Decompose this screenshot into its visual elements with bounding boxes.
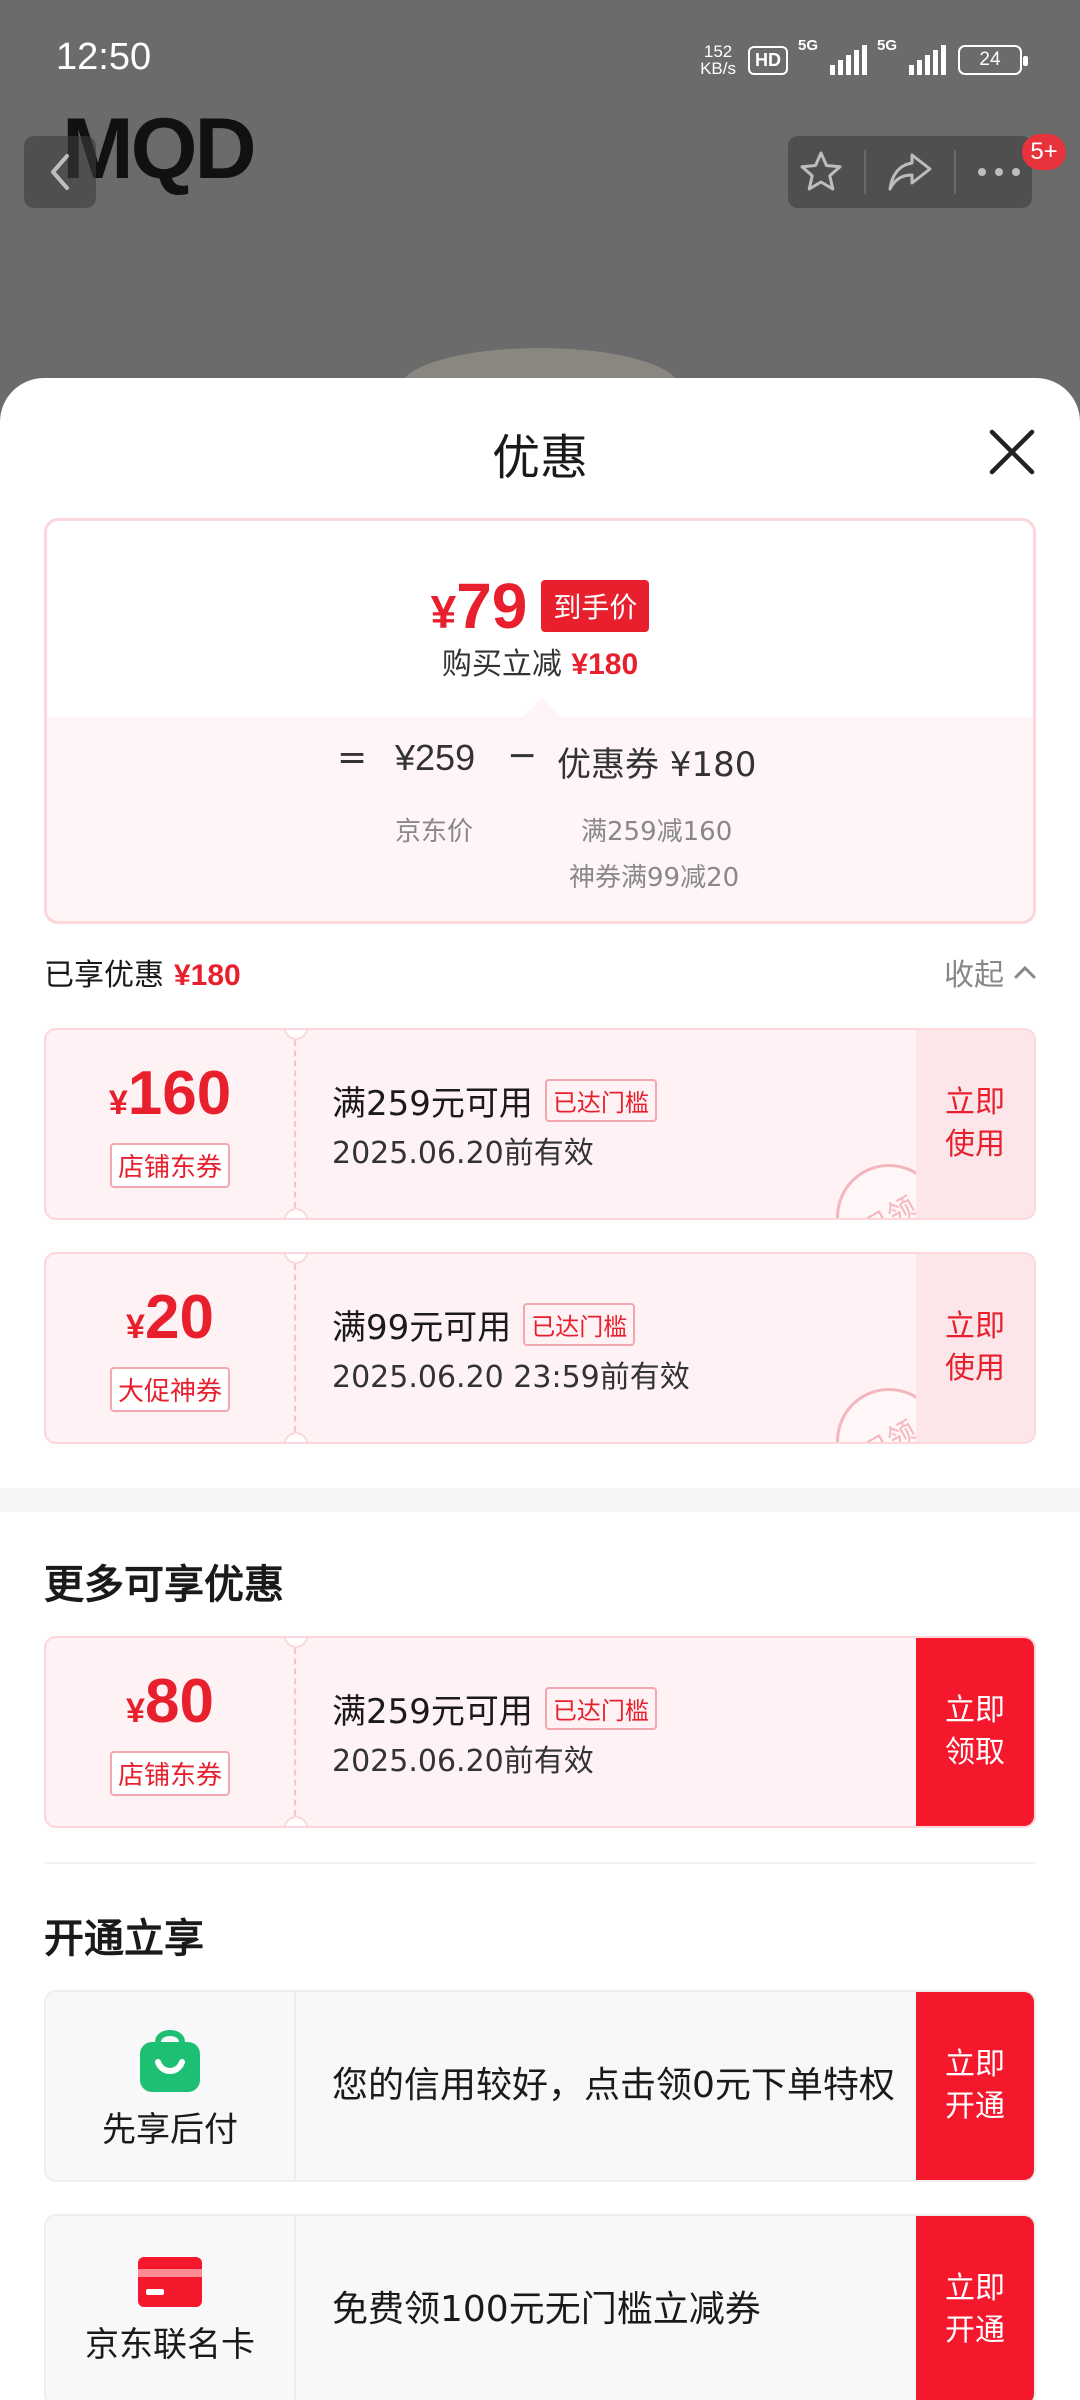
section-divider: [0, 1488, 1080, 1512]
coupon-amount-value: 80: [144, 1667, 214, 1736]
service-brand: 京东联名卡: [46, 2216, 296, 2400]
coupon-validity: 2025.06.20前有效: [332, 1136, 594, 1171]
status-icons: 152 KB/s HD 5G 5G 24: [700, 37, 1028, 80]
close-icon[interactable]: [980, 420, 1044, 484]
battery-icon: 24: [958, 45, 1028, 75]
service-name: 先享后付: [102, 2109, 238, 2150]
claim-now-button[interactable]: 立即 领取: [916, 1638, 1034, 1826]
coupon-amount-value: 160: [127, 1059, 232, 1128]
coupon-condition-text: 满259元可用: [332, 1692, 533, 1732]
net-speed: 152 KB/s: [700, 43, 736, 77]
coupon-currency: ¥: [126, 1692, 145, 1730]
coupon-amount-value: 20: [144, 1283, 214, 1352]
open-now-button[interactable]: 立即 开通: [916, 2216, 1034, 2400]
sim2-label: 5G: [877, 37, 898, 54]
chevron-left-icon: [51, 154, 69, 190]
final-price-line: ¥79 到手价: [47, 569, 1033, 643]
final-price: ¥79: [431, 569, 528, 643]
chevron-up-icon: [1014, 965, 1036, 979]
final-price-tag: 到手价: [541, 580, 650, 632]
coupon-condition-text: 满259元可用: [332, 1084, 533, 1124]
coupon-total: 优惠券 ¥180: [557, 745, 757, 785]
sim1-label: 5G: [798, 37, 819, 54]
net-speed-unit: KB/s: [700, 59, 736, 78]
hd-icon: HD: [748, 45, 788, 75]
coupon-value-area: ¥160 店铺东券: [46, 1030, 296, 1218]
coupon-type: 店铺东券: [109, 1143, 230, 1188]
collapse-label: 收起: [944, 958, 1004, 993]
coupon-card-store-80: ¥80 店铺东券 满259元可用 已达门槛 2025.06.20前有效 立即 领…: [44, 1636, 1036, 1828]
top-action-bar: [788, 136, 1032, 208]
open-now-button[interactable]: 立即 开通: [916, 1992, 1034, 2180]
service-description: 您的信用较好，点击领0元下单特权: [332, 2065, 895, 2106]
service-card-co-branded-card: 京东联名卡 免费领100元无门槛立减券 立即 开通: [44, 2214, 1036, 2400]
threshold-reached-badge: 已达门槛: [523, 1303, 636, 1346]
save-amount: ¥180: [571, 648, 639, 681]
minus-sign: −: [507, 735, 538, 776]
signal-icon-2: 5G: [877, 37, 946, 75]
coupon-condition: 满259元可用 已达门槛: [332, 1684, 657, 1733]
message-count-badge: 5+: [1022, 134, 1066, 170]
list-price: ¥259: [395, 737, 476, 778]
coupon-card-promo-20: ¥20 大促神券 满99元可用 已达门槛 2025.06.20 23:59前有效…: [44, 1252, 1036, 1444]
use-now-button[interactable]: 立即 使用: [916, 1030, 1034, 1218]
coupon-currency: ¥: [108, 1084, 128, 1122]
coupon-condition: 满99元可用 已达门槛: [332, 1300, 636, 1349]
collapse-toggle[interactable]: 收起: [944, 950, 1036, 994]
net-speed-value: 152: [703, 42, 733, 61]
signal-icon-1: 5G: [798, 37, 867, 75]
enjoyed-discount-header: 已享优惠 ¥180: [44, 950, 241, 994]
coupon-type: 大促神券: [109, 1367, 230, 1412]
coupon-condition-text: 满99元可用: [332, 1308, 512, 1348]
price-summary-card: ¥79 到手价 购买立减 ¥180 = ¥259 − 优惠券 ¥180 京东价 …: [44, 518, 1036, 924]
coupon-condition-1: 满259减160: [581, 817, 733, 847]
enjoyed-label: 已享优惠: [44, 958, 164, 993]
status-time: 12:50: [56, 36, 152, 78]
more-icon[interactable]: [976, 166, 1022, 178]
discount-sheet: 优惠 ¥79 到手价 购买立减 ¥180 = ¥259 − 优惠券 ¥180 京…: [0, 378, 1080, 2400]
share-icon[interactable]: [886, 149, 934, 195]
divider: [44, 1862, 1036, 1864]
coupon-value-area: ¥80 店铺东券: [46, 1638, 296, 1826]
threshold-reached-badge: 已达门槛: [544, 1687, 657, 1730]
coupon-value-area: ¥20 大促神券: [46, 1254, 296, 1442]
coupon-validity: 2025.06.20 23:59前有效: [332, 1360, 690, 1395]
coupon-condition: 满259元可用 已达门槛: [332, 1076, 657, 1125]
star-icon[interactable]: [798, 149, 844, 195]
service-description: 免费领100元无门槛立减券: [332, 2289, 761, 2330]
save-line: 购买立减 ¥180: [47, 639, 1033, 683]
sheet-title: 优惠: [491, 430, 588, 486]
equals-sign: =: [337, 737, 368, 778]
back-button[interactable]: [24, 136, 96, 208]
credit-card-icon: [138, 2256, 202, 2307]
coupon-condition-2: 神券满99减20: [569, 863, 740, 893]
more-discounts-title: 更多可享优惠: [44, 1562, 284, 1608]
service-brand: 先享后付: [46, 1992, 296, 2180]
final-price-value: 79: [456, 570, 528, 642]
coupon-currency: ¥: [126, 1308, 145, 1346]
coupon-type: 店铺东券: [109, 1751, 230, 1796]
list-price-label: 京东价: [395, 817, 474, 847]
coupon-amount: ¥160: [109, 1060, 231, 1137]
threshold-reached-badge: 已达门槛: [544, 1079, 657, 1122]
use-now-button[interactable]: 立即 使用: [916, 1254, 1034, 1442]
coupon-amount: ¥80: [126, 1668, 214, 1745]
open-services-title: 开通立享: [44, 1916, 204, 1962]
price-breakdown: = ¥259 − 优惠券 ¥180 京东价 满259减160 神券满99减20: [47, 717, 1033, 921]
coupon-validity: 2025.06.20前有效: [332, 1744, 594, 1779]
currency-symbol: ¥: [430, 586, 457, 638]
service-name: 京东联名卡: [85, 2324, 255, 2365]
coupon-amount: ¥20: [126, 1284, 214, 1361]
save-label: 购买立减: [441, 647, 562, 682]
service-card-pay-later: 先享后付 您的信用较好，点击领0元下单特权 立即 开通: [44, 1990, 1036, 2182]
coupon-card-store-160: ¥160 店铺东券 满259元可用 已达门槛 2025.06.20前有效 已领 …: [44, 1028, 1036, 1220]
shopping-bag-icon: [140, 2029, 200, 2092]
enjoyed-amount: ¥180: [174, 959, 241, 992]
